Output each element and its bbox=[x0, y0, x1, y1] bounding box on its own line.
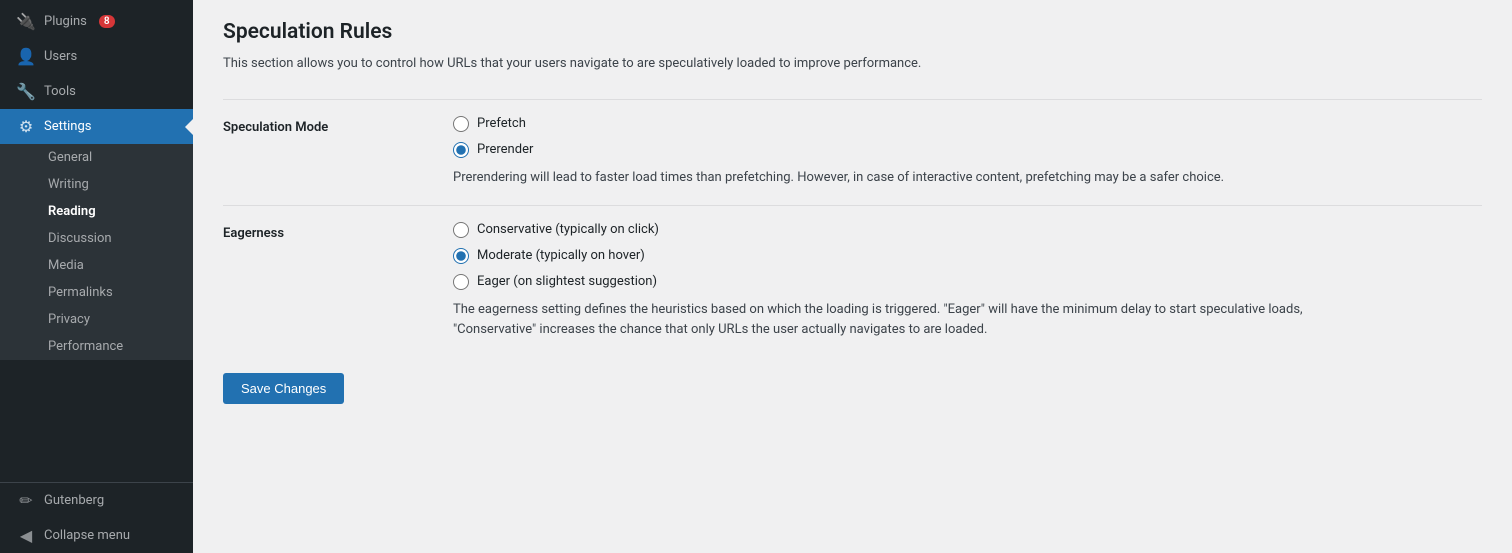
submenu-item-performance[interactable]: Performance bbox=[0, 333, 193, 360]
submenu-item-reading[interactable]: Reading bbox=[0, 198, 193, 225]
sidebar-top-menu: 🔌 Plugins 8 👤 Users 🔧 Tools ⚙ Settings G… bbox=[0, 0, 193, 360]
prefetch-option[interactable]: Prefetch bbox=[453, 116, 1482, 132]
plugins-icon: 🔌 bbox=[16, 12, 36, 31]
main-content: Speculation Rules This section allows yo… bbox=[193, 0, 1512, 553]
gutenberg-icon: ✏ bbox=[16, 491, 36, 510]
sidebar-item-label: Users bbox=[44, 49, 77, 64]
sidebar-item-users[interactable]: 👤 Users bbox=[0, 39, 193, 74]
users-icon: 👤 bbox=[16, 47, 36, 66]
speculation-mode-label-col: Speculation Mode bbox=[223, 116, 453, 189]
eager-radio[interactable] bbox=[453, 274, 469, 290]
sidebar-item-settings[interactable]: ⚙ Settings bbox=[0, 109, 193, 144]
moderate-option[interactable]: Moderate (typically on hover) bbox=[453, 248, 1482, 264]
sidebar-item-gutenberg[interactable]: ✏ Gutenberg bbox=[0, 483, 193, 518]
conservative-option[interactable]: Conservative (typically on click) bbox=[453, 222, 1482, 238]
sidebar-item-label: Collapse menu bbox=[44, 528, 130, 543]
section-description: This section allows you to control how U… bbox=[223, 54, 1482, 75]
speculation-mode-label: Speculation Mode bbox=[223, 120, 328, 135]
conservative-label: Conservative (typically on click) bbox=[477, 222, 659, 237]
submenu-item-writing[interactable]: Writing bbox=[0, 171, 193, 198]
tools-icon: 🔧 bbox=[16, 82, 36, 101]
sidebar-item-label: Tools bbox=[44, 84, 76, 99]
submenu-item-media[interactable]: Media bbox=[0, 252, 193, 279]
moderate-radio[interactable] bbox=[453, 248, 469, 264]
sidebar-item-label: Plugins bbox=[44, 14, 87, 29]
prerender-radio[interactable] bbox=[453, 142, 469, 158]
eagerness-label: Eagerness bbox=[223, 226, 284, 241]
sidebar: 🔌 Plugins 8 👤 Users 🔧 Tools ⚙ Settings G… bbox=[0, 0, 193, 553]
speculation-mode-row: Speculation Mode Prefetch Prerender Prer… bbox=[223, 99, 1482, 205]
submenu-item-discussion[interactable]: Discussion bbox=[0, 225, 193, 252]
settings-arrow bbox=[185, 119, 193, 135]
prerender-option[interactable]: Prerender bbox=[453, 142, 1482, 158]
settings-submenu: General Writing Reading Discussion Media… bbox=[0, 144, 193, 360]
submenu-item-general[interactable]: General bbox=[0, 144, 193, 171]
submenu-item-privacy[interactable]: Privacy bbox=[0, 306, 193, 333]
sidebar-item-plugins[interactable]: 🔌 Plugins 8 bbox=[0, 4, 193, 39]
sidebar-item-label: Gutenberg bbox=[44, 493, 104, 508]
save-changes-button[interactable]: Save Changes bbox=[223, 373, 344, 404]
plugins-badge: 8 bbox=[99, 15, 115, 28]
conservative-radio[interactable] bbox=[453, 222, 469, 238]
eager-option[interactable]: Eager (on slightest suggestion) bbox=[453, 274, 1482, 290]
moderate-label: Moderate (typically on hover) bbox=[477, 248, 645, 263]
sidebar-item-tools[interactable]: 🔧 Tools bbox=[0, 74, 193, 109]
eagerness-label-col: Eagerness bbox=[223, 222, 453, 342]
settings-icon: ⚙ bbox=[16, 117, 36, 136]
sidebar-item-label: Settings bbox=[44, 119, 91, 134]
prerender-label: Prerender bbox=[477, 142, 533, 157]
speculation-mode-content: Prefetch Prerender Prerendering will lea… bbox=[453, 116, 1482, 189]
page-title: Speculation Rules bbox=[223, 20, 1482, 44]
eagerness-content: Conservative (typically on click) Modera… bbox=[453, 222, 1482, 342]
sidebar-bottom: ✏ Gutenberg ◀ Collapse menu bbox=[0, 482, 193, 553]
eagerness-row: Eagerness Conservative (typically on cli… bbox=[223, 205, 1482, 358]
sidebar-item-collapse[interactable]: ◀ Collapse menu bbox=[0, 518, 193, 553]
eagerness-hint: The eagerness setting defines the heuris… bbox=[453, 300, 1353, 342]
speculation-mode-hint: Prerendering will lead to faster load ti… bbox=[453, 168, 1353, 189]
prefetch-radio[interactable] bbox=[453, 116, 469, 132]
collapse-icon: ◀ bbox=[16, 526, 36, 545]
eager-label: Eager (on slightest suggestion) bbox=[477, 274, 657, 289]
submenu-item-permalinks[interactable]: Permalinks bbox=[0, 279, 193, 306]
prefetch-label: Prefetch bbox=[477, 116, 526, 131]
